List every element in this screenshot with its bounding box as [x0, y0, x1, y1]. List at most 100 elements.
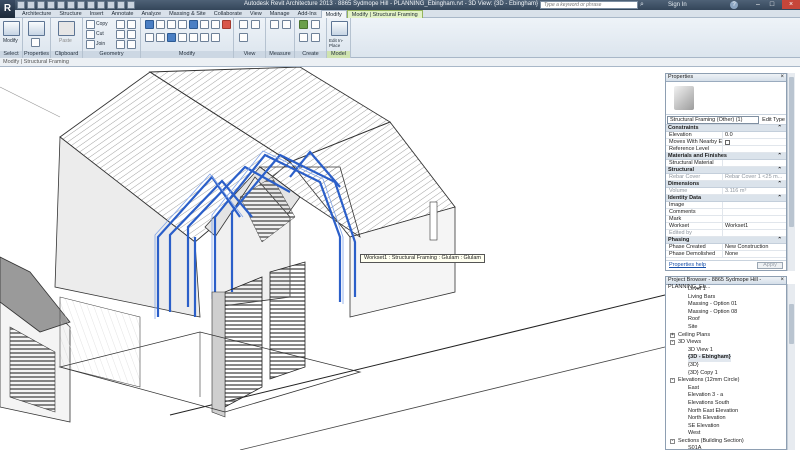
- paint-icon[interactable]: [116, 20, 125, 29]
- text-icon[interactable]: [87, 1, 95, 9]
- create-group-icon[interactable]: [299, 33, 308, 42]
- split-face-icon[interactable]: [127, 20, 136, 29]
- open-icon[interactable]: [17, 1, 25, 9]
- property-value[interactable]: [723, 209, 786, 215]
- property-value[interactable]: Workset1: [723, 223, 786, 229]
- array-icon[interactable]: [178, 33, 187, 42]
- tab-collaborate[interactable]: Collaborate: [210, 10, 246, 18]
- collapse-icon[interactable]: -: [670, 438, 675, 444]
- create-similar-icon[interactable]: [311, 33, 320, 42]
- tree-node[interactable]: Site: [666, 324, 786, 332]
- tree-node[interactable]: 3D View 1: [666, 347, 786, 355]
- tab-manage[interactable]: Manage: [266, 10, 294, 18]
- tree-node[interactable]: West: [666, 430, 786, 438]
- collapse-icon[interactable]: ⌃: [777, 167, 782, 174]
- building-model-drawing[interactable]: [0, 67, 665, 450]
- demolish-icon[interactable]: [127, 30, 136, 39]
- move-icon[interactable]: [145, 33, 154, 42]
- tree-node[interactable]: North Elevation: [666, 415, 786, 423]
- print-icon[interactable]: [67, 1, 75, 9]
- type-selector[interactable]: Structural Framing (Other) (1): [667, 115, 760, 124]
- minimize-icon[interactable]: –: [752, 0, 764, 9]
- save-icon[interactable]: [27, 1, 35, 9]
- 3d-viewport[interactable]: Workset1 : Structural Framing : Glulam :…: [0, 67, 665, 450]
- property-value[interactable]: [723, 202, 786, 208]
- group-phasing[interactable]: Phasing ⌃: [666, 237, 786, 244]
- aligned-dimension-icon[interactable]: [282, 20, 291, 29]
- tree-node[interactable]: SE Elevation: [666, 423, 786, 431]
- properties-icon[interactable]: [28, 21, 45, 36]
- properties-help-link[interactable]: Properties help: [669, 262, 706, 268]
- tree-node[interactable]: S01A: [666, 445, 786, 450]
- tab-modify-structural-framing[interactable]: Modify | Structural Framing: [346, 10, 423, 18]
- delete-icon[interactable]: [222, 20, 231, 29]
- hide-in-view-icon[interactable]: [239, 20, 248, 29]
- collapse-icon[interactable]: ⌃: [777, 195, 782, 202]
- create-parts-icon[interactable]: [311, 20, 320, 29]
- redo-icon[interactable]: [57, 1, 65, 9]
- tree-node[interactable]: Elevation 3 - a: [666, 392, 786, 400]
- paste-icon[interactable]: [58, 21, 75, 36]
- group-materials[interactable]: Materials and Finishes ⌃: [666, 153, 786, 160]
- close-icon[interactable]: ×: [780, 74, 784, 81]
- property-value[interactable]: None: [723, 251, 786, 257]
- switch-windows-icon[interactable]: [127, 1, 135, 9]
- collapse-icon[interactable]: ⌃: [777, 181, 782, 188]
- properties-scrollbar[interactable]: [787, 73, 795, 271]
- cope-icon[interactable]: [116, 40, 125, 49]
- collapse-icon[interactable]: ⌃: [777, 237, 782, 244]
- create-assembly-icon[interactable]: [299, 20, 308, 29]
- split-gap-icon[interactable]: [211, 33, 220, 42]
- search-input[interactable]: Type a keyword or phrase: [540, 1, 638, 9]
- property-value[interactable]: New Construction: [723, 244, 786, 250]
- tree-node[interactable]: Level 1: [666, 286, 786, 294]
- collapse-icon[interactable]: -: [670, 378, 675, 384]
- collapse-icon[interactable]: -: [670, 340, 675, 346]
- maximize-icon[interactable]: □: [766, 0, 778, 9]
- property-value[interactable]: [723, 139, 786, 145]
- close-icon[interactable]: ×: [780, 277, 784, 284]
- property-value[interactable]: [723, 216, 786, 222]
- tree-node[interactable]: Living Bars: [666, 294, 786, 302]
- tree-node[interactable]: - Sections (Building Section): [666, 438, 786, 446]
- scroll-thumb[interactable]: [789, 304, 794, 344]
- property-value[interactable]: [723, 146, 786, 152]
- section-icon[interactable]: [107, 1, 115, 9]
- pin-icon[interactable]: [200, 20, 209, 29]
- mirror-draw-icon[interactable]: [178, 20, 187, 29]
- application-menu-button[interactable]: R: [0, 0, 15, 18]
- modify-cursor-icon[interactable]: [3, 21, 20, 36]
- tab-add-ins[interactable]: Add-Ins: [294, 10, 321, 18]
- group-identity-data[interactable]: Identity Data ⌃: [666, 195, 786, 202]
- group-structural[interactable]: Structural ⌃: [666, 167, 786, 174]
- tree-node[interactable]: East: [666, 385, 786, 393]
- copy-element-icon[interactable]: [156, 33, 165, 42]
- tab-annotate[interactable]: Annotate: [107, 10, 137, 18]
- scale-icon[interactable]: [189, 33, 198, 42]
- join-icon[interactable]: [86, 40, 95, 49]
- tree-node[interactable]: {3D}: [666, 362, 786, 370]
- property-value[interactable]: [723, 160, 786, 166]
- property-value[interactable]: 0.0: [723, 132, 786, 138]
- group-dimensions[interactable]: Dimensions ⌃: [666, 181, 786, 188]
- override-graphics-icon[interactable]: [251, 20, 260, 29]
- apply-button[interactable]: Apply: [757, 261, 783, 269]
- help-icon[interactable]: ?: [730, 1, 738, 9]
- sync-icon[interactable]: [37, 1, 45, 9]
- tab-massing-site[interactable]: Massing & Site: [165, 10, 210, 18]
- tree-node[interactable]: {3D} Copy 1: [666, 370, 786, 378]
- tab-architecture[interactable]: Architecture: [18, 10, 55, 18]
- sign-in-button[interactable]: Sign In: [668, 1, 687, 9]
- trim-extend-icon[interactable]: [189, 20, 198, 29]
- collapse-icon[interactable]: ⌃: [777, 125, 782, 132]
- close-hidden-icon[interactable]: [117, 1, 125, 9]
- tree-node[interactable]: + Ceiling Plans: [666, 332, 786, 340]
- rotate-icon[interactable]: [167, 33, 176, 42]
- tab-modify[interactable]: Modify: [320, 10, 347, 18]
- collapse-icon[interactable]: ⌃: [777, 153, 782, 160]
- expand-icon[interactable]: +: [670, 332, 675, 338]
- tree-node[interactable]: Elevations South: [666, 400, 786, 408]
- tree-node[interactable]: - Elevations (12mm Circle): [666, 377, 786, 385]
- browser-scrollbar[interactable]: [787, 284, 795, 450]
- tab-structure[interactable]: Structure: [55, 10, 85, 18]
